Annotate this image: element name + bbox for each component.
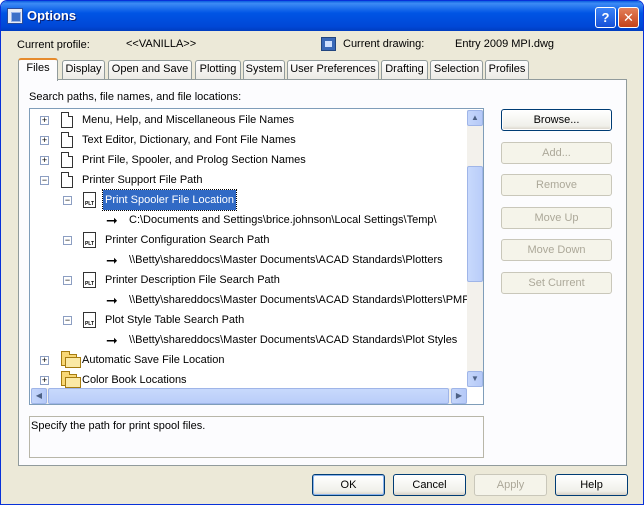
tab-selection[interactable]: Selection bbox=[430, 60, 483, 79]
title-help-button[interactable]: ? bbox=[595, 7, 616, 28]
ok-button[interactable]: OK bbox=[312, 474, 385, 496]
tree-item-path: \\Betty\shareddocs\Master Documents\ACAD… bbox=[129, 294, 470, 306]
add-button[interactable]: Add... bbox=[501, 142, 612, 164]
collapse-icon[interactable]: − bbox=[63, 276, 72, 285]
title-close-button[interactable]: ✕ bbox=[618, 7, 639, 28]
plt-icon: PLT bbox=[83, 192, 96, 208]
drawing-icon bbox=[321, 37, 336, 51]
expand-icon[interactable]: + bbox=[40, 376, 49, 385]
plt-icon: PLT bbox=[83, 272, 96, 288]
tree-item-path: \\Betty\shareddocs\Master Documents\ACAD… bbox=[129, 334, 458, 346]
vertical-scrollbar[interactable]: ▲ ▼ bbox=[467, 110, 483, 387]
tab-user-preferences[interactable]: User Preferences bbox=[287, 60, 379, 79]
tab-plotting[interactable]: Plotting bbox=[195, 60, 241, 79]
plt-icon: PLT bbox=[83, 232, 96, 248]
description-box: Specify the path for print spool files. bbox=[29, 416, 484, 458]
collapse-icon[interactable]: − bbox=[63, 236, 72, 245]
file-locations-tree[interactable]: + Menu, Help, and Miscellaneous File Nam… bbox=[29, 108, 484, 405]
move-up-button[interactable]: Move Up bbox=[501, 207, 612, 229]
tab-open-and-save[interactable]: Open and Save bbox=[108, 60, 192, 79]
app-icon bbox=[7, 8, 23, 24]
help-button[interactable]: Help bbox=[555, 474, 628, 496]
horizontal-scroll-thumb[interactable] bbox=[48, 388, 449, 404]
window-title: Options bbox=[27, 8, 77, 23]
expand-icon[interactable]: + bbox=[40, 156, 49, 165]
tree-item-label: Color Book Locations bbox=[82, 374, 187, 386]
collapse-icon[interactable]: − bbox=[63, 196, 72, 205]
expand-icon[interactable]: + bbox=[40, 356, 49, 365]
plt-icon: PLT bbox=[83, 312, 96, 328]
move-down-button[interactable]: Move Down bbox=[501, 239, 612, 261]
tab-profiles[interactable]: Profiles bbox=[485, 60, 529, 79]
current-profile-label: Current profile: bbox=[17, 39, 90, 51]
collapse-icon[interactable]: − bbox=[40, 176, 49, 185]
tab-drafting[interactable]: Drafting bbox=[381, 60, 428, 79]
cancel-button[interactable]: Cancel bbox=[393, 474, 466, 496]
tree-item-label: Printer Configuration Search Path bbox=[105, 234, 270, 246]
printer-files-icon bbox=[61, 172, 73, 188]
tree-item-label: Printer Support File Path bbox=[82, 174, 203, 186]
folder-icon bbox=[61, 351, 81, 368]
document-icon bbox=[61, 112, 73, 128]
browse-button[interactable]: Browse... bbox=[501, 109, 612, 131]
vertical-scroll-thumb[interactable] bbox=[467, 166, 483, 282]
current-profile-value: <<VANILLA>> bbox=[126, 38, 197, 50]
path-arrow-icon: ➞ bbox=[106, 252, 118, 268]
tree-item-label: Plot Style Table Search Path bbox=[105, 314, 245, 326]
horizontal-scrollbar[interactable]: ◀ ▶ bbox=[31, 388, 467, 404]
current-drawing-value: Entry 2009 MPI.dwg bbox=[455, 38, 555, 50]
tab-display[interactable]: Display bbox=[62, 60, 105, 79]
options-dialog: Options ? ✕ Current profile: <<VANILLA>>… bbox=[0, 0, 644, 505]
tab-files[interactable]: Files bbox=[18, 58, 58, 81]
document-icon bbox=[61, 152, 73, 168]
tree-item-label: Menu, Help, and Miscellaneous File Names bbox=[82, 114, 295, 126]
apply-button[interactable]: Apply bbox=[474, 474, 547, 496]
tree-item-path: C:\Documents and Settings\brice.johnson\… bbox=[129, 214, 437, 226]
tab-system[interactable]: System bbox=[243, 60, 285, 79]
tree-item-label: Printer Description File Search Path bbox=[105, 274, 280, 286]
tree-item-label: Text Editor, Dictionary, and Font File N… bbox=[82, 134, 296, 146]
description-text: Specify the path for print spool files. bbox=[31, 420, 206, 432]
title-bar[interactable]: Options ? ✕ bbox=[1, 1, 643, 31]
document-icon bbox=[61, 132, 73, 148]
expand-icon[interactable]: + bbox=[40, 116, 49, 125]
remove-button[interactable]: Remove bbox=[501, 174, 612, 196]
path-arrow-icon: ➞ bbox=[106, 292, 118, 308]
folder-icon bbox=[61, 371, 81, 388]
scroll-down-button[interactable]: ▼ bbox=[467, 371, 483, 387]
tree-item-path: \\Betty\shareddocs\Master Documents\ACAD… bbox=[129, 254, 443, 266]
search-paths-label: Search paths, file names, and file locat… bbox=[29, 91, 242, 103]
scroll-right-button[interactable]: ▶ bbox=[451, 388, 467, 404]
path-arrow-icon: ➞ bbox=[106, 212, 118, 228]
current-drawing-label: Current drawing: bbox=[343, 38, 425, 50]
collapse-icon[interactable]: − bbox=[63, 316, 72, 325]
tree-item-label: Print Spooler File Location bbox=[101, 189, 238, 211]
expand-icon[interactable]: + bbox=[40, 136, 49, 145]
tree-item-label: Print File, Spooler, and Prolog Section … bbox=[82, 154, 306, 166]
scroll-up-button[interactable]: ▲ bbox=[467, 110, 483, 126]
path-arrow-icon: ➞ bbox=[106, 332, 118, 348]
tree-item-label: Automatic Save File Location bbox=[82, 354, 225, 366]
set-current-button[interactable]: Set Current bbox=[501, 272, 612, 294]
scroll-left-button[interactable]: ◀ bbox=[31, 388, 47, 404]
